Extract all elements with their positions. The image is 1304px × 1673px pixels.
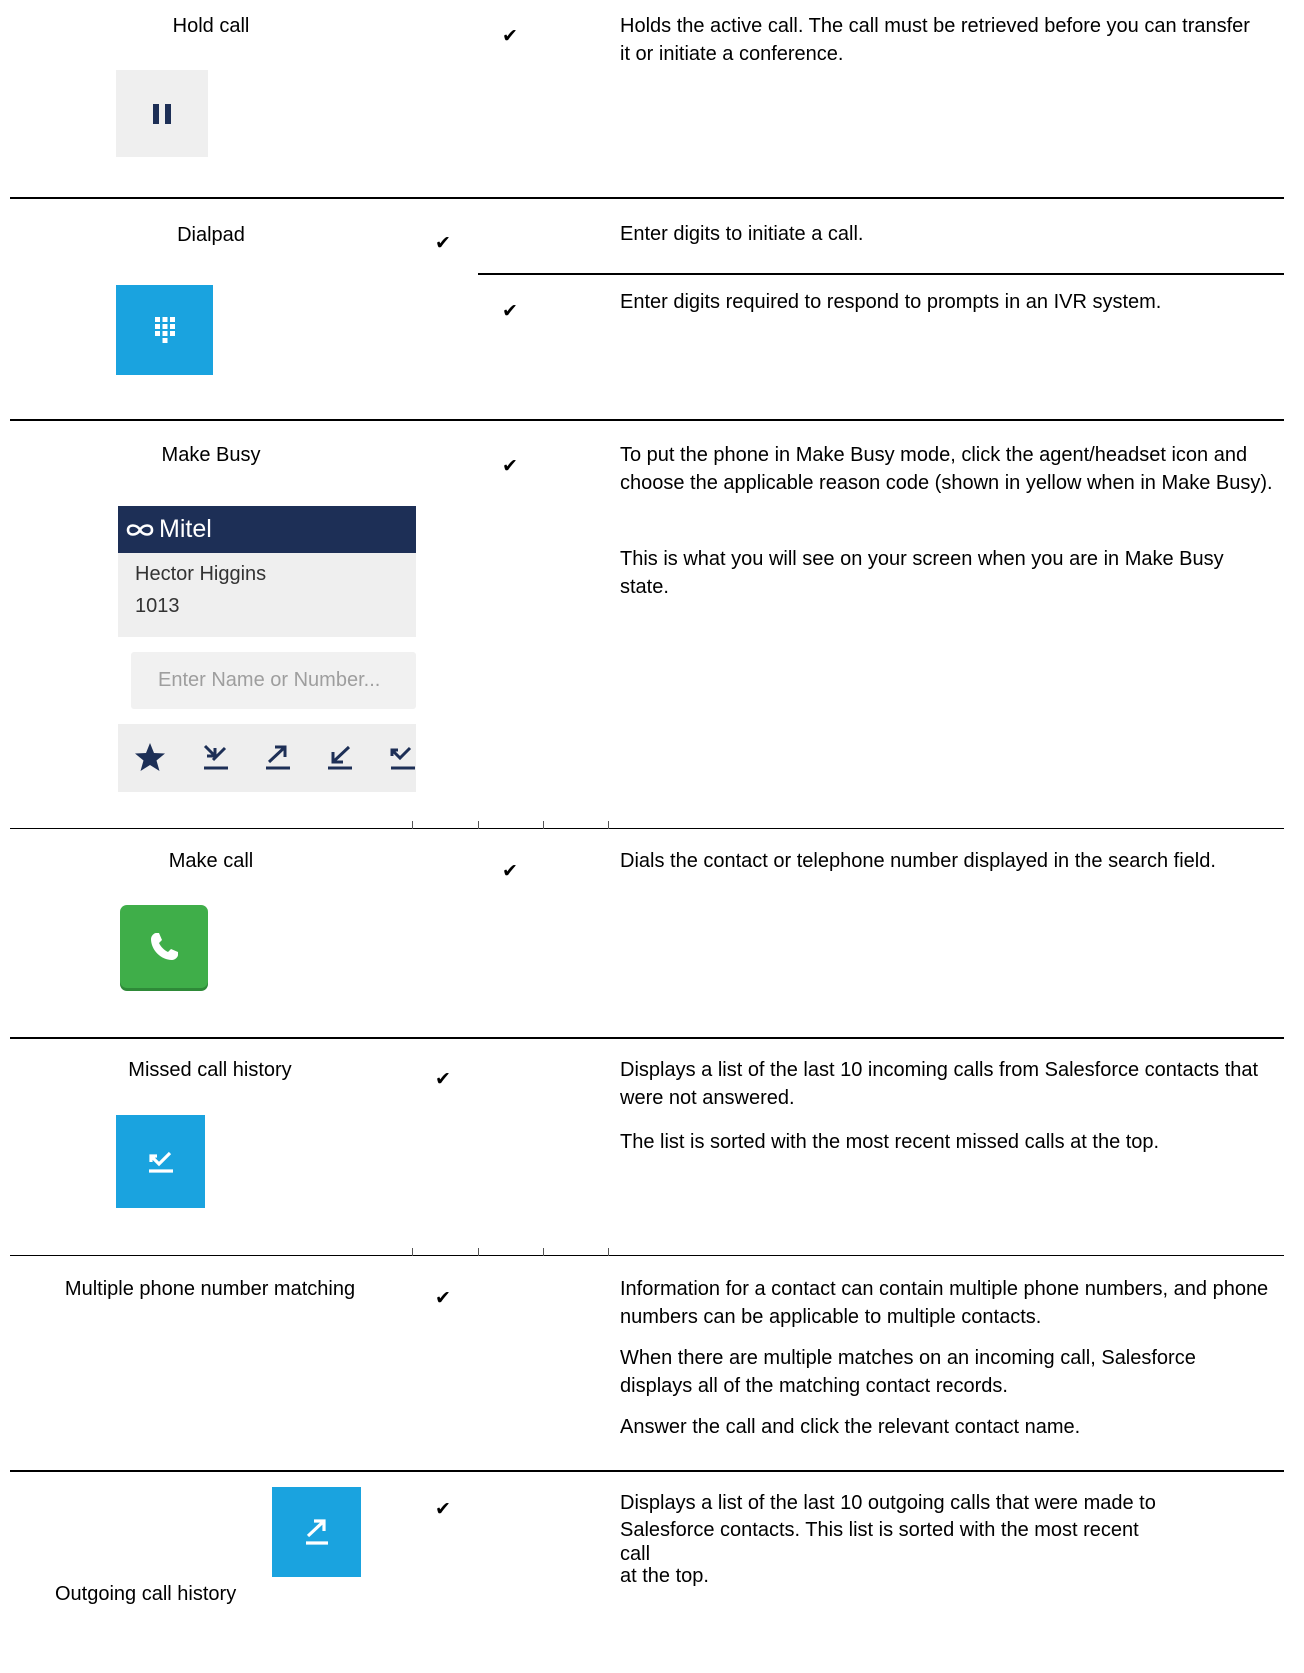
description-outgoing: Displays a list of the last 10 outgoing … [620,1490,1280,1588]
divider-tick [608,1248,609,1256]
description-dialpad-initiate: Enter digits to initiate a call. [620,223,864,245]
star-icon[interactable] [134,742,166,772]
sub-row-divider [478,273,1284,275]
mitel-header: Mitel [118,506,416,553]
check-mark: ✔ [435,1288,451,1309]
check-mark: ✔ [502,26,518,47]
description-make-call: Dials the contact or telephone number di… [620,850,1216,872]
description-outgoing-line-3: call [620,1543,651,1565]
missed-call-icon [148,1151,173,1173]
mitel-logo-icon [126,523,154,536]
row-divider [10,419,1284,421]
dialpad-icon [154,317,175,343]
row-divider [10,1470,1284,1472]
feature-dialpad: Dialpad [177,224,245,246]
feature-hold-call: Hold call [172,15,250,37]
hold-call-button[interactable] [116,70,208,157]
outgoing-call-icon [305,1519,328,1545]
description-make-busy-1: To put the phone in Make Busy mode, clic… [620,444,1273,494]
description-make-busy-2: This is what you will see on your screen… [620,548,1224,598]
mitel-user-panel: Hector Higgins 1013 [118,553,416,637]
description-missed-1: Displays a list of the last 10 incoming … [620,1059,1259,1109]
check-mark: ✔ [435,1499,451,1520]
description-outgoing-line-4: at the top. [620,1565,709,1587]
description-hold-call: Holds the active call. The call must be … [620,15,1250,65]
search-input[interactable]: Enter Name or Number... [131,652,416,709]
outgoing-call-history-button[interactable] [272,1487,361,1577]
divider-tick [543,1248,544,1256]
missed-calls-icon[interactable] [388,742,416,772]
check-mark: ✔ [502,301,518,322]
outgoing-calls-icon[interactable] [263,742,293,772]
description-multiple-1: Information for a contact can contain mu… [620,1278,1269,1328]
feature-multiple-number-matching: Multiple phone number matching [64,1278,356,1300]
make-call-button[interactable] [120,905,208,988]
pause-icon [153,103,171,124]
missed-call-history-button[interactable] [116,1115,205,1208]
check-mark: ✔ [502,456,518,477]
check-mark: ✔ [435,1069,451,1090]
divider-tick [412,821,413,829]
row-divider [10,828,1284,829]
description-multiple-3: Answer the call and click the relevant c… [620,1416,1081,1438]
description-outgoing-line-2: Salesforce contacts. This list is sorted… [620,1519,1139,1541]
divider-tick [543,821,544,829]
check-mark: ✔ [502,861,518,882]
user-extension: 1013 [135,595,180,617]
divider-tick [412,1248,413,1256]
dialpad-button[interactable] [116,285,213,375]
phone-icon [151,932,178,960]
feature-missed-call-history: Missed call history [128,1059,292,1081]
description-multiple-2: When there are multiple matches on an in… [620,1347,1196,1397]
description-outgoing-line-1: Displays a list of the last 10 outgoing … [620,1492,1156,1514]
feature-make-busy: Make Busy [161,444,261,466]
row-divider [10,1255,1284,1256]
all-calls-icon[interactable] [201,742,231,772]
call-history-toolbar [118,724,416,792]
feature-make-call: Make call [168,850,254,872]
row-divider [10,197,1284,199]
divider-tick [608,821,609,829]
row-divider [10,1037,1284,1039]
description-missed-2: The list is sorted with the most recent … [620,1131,1160,1153]
feature-outgoing-call-history: Outgoing call history [55,1583,237,1605]
check-mark: ✔ [435,233,451,254]
user-name: Hector Higgins [135,563,267,585]
incoming-calls-icon[interactable] [325,742,355,772]
divider-tick [478,821,479,829]
mitel-brand: Mitel [159,515,212,543]
description-dialpad-ivr: Enter digits required to respond to prom… [620,291,1162,313]
divider-tick [478,1248,479,1256]
